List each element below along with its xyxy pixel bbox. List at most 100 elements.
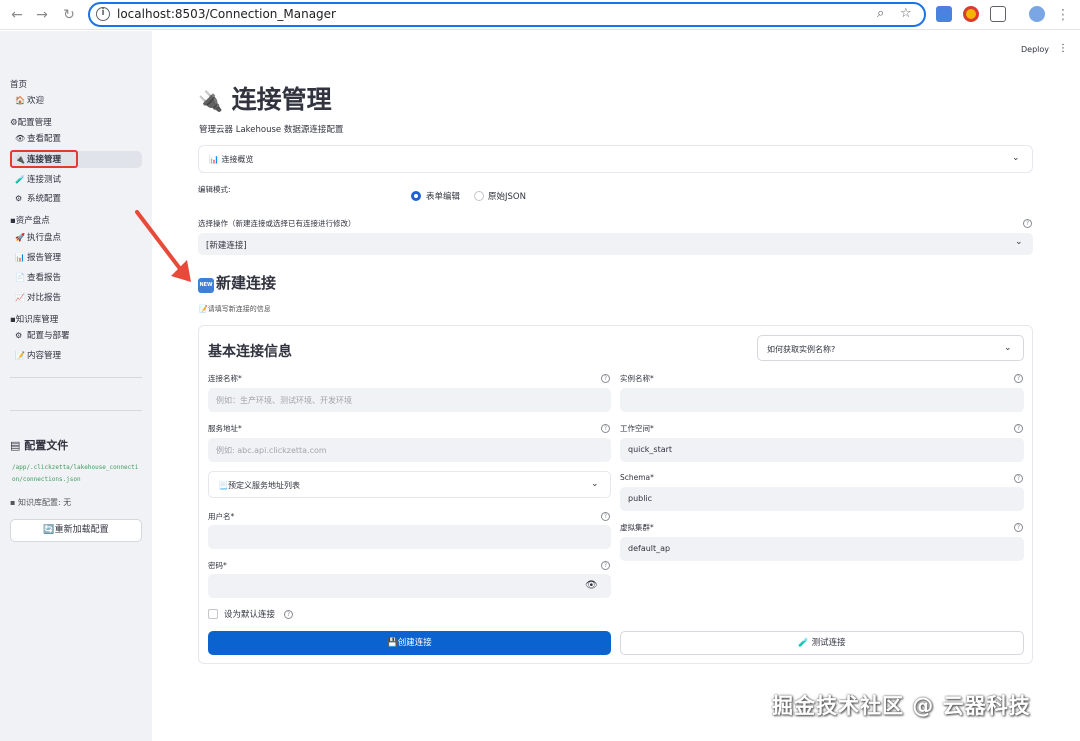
new-connection-caption: 📝请填写新连接的信息: [199, 305, 271, 313]
bar-chart-icon: 📊: [15, 253, 25, 262]
set-default-checkbox[interactable]: [208, 609, 218, 619]
chrome-extension-icon[interactable]: [963, 6, 979, 22]
back-icon[interactable]: ←: [7, 5, 27, 25]
home-icon: 🏠: [15, 96, 25, 105]
extensions-puzzle-icon[interactable]: [990, 6, 1006, 22]
document-icon: 📄: [15, 273, 25, 282]
connection-name-label: 连接名称*: [208, 374, 242, 383]
help-icon[interactable]: ?: [1014, 523, 1023, 532]
folder-icon: ▤: [10, 439, 21, 452]
help-icon[interactable]: ?: [1023, 219, 1032, 228]
basic-info-heading: 基本连接信息: [208, 344, 292, 360]
profile-avatar[interactable]: [1029, 6, 1045, 22]
reload-icon[interactable]: ↻: [59, 5, 79, 25]
translate-extension-icon[interactable]: [936, 6, 952, 22]
page-subtitle: 管理云器 Lakehouse 数据源连接配置: [199, 125, 344, 135]
gear-icon: ⚙: [15, 331, 23, 340]
config-file-heading: ▤ 配置文件: [10, 439, 69, 452]
sidebar-item-view-config[interactable]: 👁 查看配置: [10, 130, 142, 147]
instance-name-help-value: 如何获取实例名称?: [767, 345, 836, 354]
help-icon[interactable]: ?: [601, 512, 610, 521]
predefined-services-label: 📃预定义服务地址列表: [218, 481, 300, 490]
chevron-down-icon: ⌄: [1004, 343, 1012, 353]
bookmark-star-icon[interactable]: ☆: [900, 6, 912, 21]
help-icon[interactable]: ?: [1014, 474, 1023, 483]
sidebar-section-knowledge: ▪知识库管理: [10, 315, 59, 325]
sidebar-item-report-management[interactable]: 📊 报告管理: [10, 249, 142, 266]
schema-value: public: [628, 494, 653, 503]
browser-toolbar: ← → ↻ i localhost:8503/Connection_Manage…: [0, 0, 1080, 30]
workspace-label: 工作空间*: [620, 424, 654, 433]
virtual-cluster-input[interactable]: default_ap: [620, 537, 1024, 561]
help-icon[interactable]: ?: [1014, 374, 1023, 383]
sidebar-item-config-deploy[interactable]: ⚙ 配置与部署: [10, 327, 142, 344]
rocket-icon: 🚀: [15, 233, 25, 242]
test-tube-icon: 🧪: [15, 175, 25, 184]
radio-form-edit-label: 表单编辑: [426, 192, 461, 202]
virtual-cluster-label: 虚拟集群*: [620, 523, 654, 532]
books-icon: ▪: [10, 498, 16, 507]
sidebar-section-config: ⚙配置管理: [10, 118, 52, 128]
connection-name-placeholder: 例如：生产环境、测试环境、开发环境: [216, 396, 352, 405]
help-icon[interactable]: ?: [601, 374, 610, 383]
service-address-label: 服务地址*: [208, 424, 242, 433]
create-connection-button[interactable]: 💾创建连接: [208, 631, 611, 655]
workspace-value: quick_start: [628, 445, 673, 454]
new-badge-icon: NEW: [198, 278, 214, 293]
help-icon[interactable]: ?: [1014, 424, 1023, 433]
sidebar-section-home: 首页: [10, 80, 28, 90]
main-menu-icon[interactable]: ⋮: [1058, 43, 1068, 54]
service-address-placeholder: 例如: abc.api.clickzetta.com: [216, 446, 327, 455]
username-input[interactable]: [208, 525, 611, 549]
new-connection-heading: NEW 新建连接: [198, 274, 277, 293]
show-password-eye-icon[interactable]: 👁: [585, 580, 598, 591]
browser-menu-icon[interactable]: ⋮: [1053, 5, 1073, 25]
virtual-cluster-value: default_ap: [628, 544, 671, 553]
sidebar-item-view-reports[interactable]: 📄 查看报告: [10, 269, 142, 286]
memo-icon: 📝: [15, 351, 25, 360]
select-operation-dropdown[interactable]: [新建连接] ⌄: [198, 233, 1033, 255]
connection-name-input[interactable]: 例如：生产环境、测试环境、开发环境: [208, 388, 611, 412]
annotation-arrow: [135, 210, 191, 282]
chevron-down-icon: ⌄: [1015, 237, 1023, 247]
test-connection-button[interactable]: 🧪 测试连接: [620, 631, 1024, 655]
predefined-services-expander[interactable]: 📃预定义服务地址列表 ⌄: [208, 471, 611, 498]
workspace-input[interactable]: quick_start: [620, 438, 1024, 462]
gear-icon: ⚙: [15, 194, 23, 203]
knowledge-base-config-status: ▪ 知识库配置: 无: [10, 498, 72, 507]
site-info-icon[interactable]: i: [96, 7, 110, 21]
chevron-down-icon: ⌄: [591, 479, 599, 489]
watermark: 掘金技术社区 @ 云器科技: [772, 694, 1031, 718]
help-icon[interactable]: ?: [601, 561, 610, 570]
username-label: 用户名*: [208, 512, 235, 521]
set-default-label: 设为默认连接: [224, 610, 276, 620]
reload-config-button[interactable]: 🔄重新加载配置: [10, 519, 142, 542]
sidebar-item-welcome[interactable]: 🏠 欢迎: [10, 92, 142, 109]
address-bar[interactable]: i localhost:8503/Connection_Manager ⌕ ☆: [88, 2, 926, 27]
instance-name-input[interactable]: [620, 388, 1024, 412]
sidebar-item-connection-test[interactable]: 🧪 连接测试: [10, 171, 142, 188]
help-icon[interactable]: ?: [284, 610, 293, 619]
help-icon[interactable]: ?: [601, 424, 610, 433]
line-chart-icon: 📈: [15, 293, 25, 302]
sidebar-item-content-management[interactable]: 📝 内容管理: [10, 347, 142, 364]
deploy-button[interactable]: Deploy: [1021, 45, 1049, 54]
edit-mode-label: 编辑模式:: [198, 185, 231, 194]
sidebar-item-run-inventory[interactable]: 🚀 执行盘点: [10, 229, 142, 246]
sidebar-item-system-config[interactable]: ⚙ 系统配置: [10, 190, 142, 207]
eye-icon: 👁: [15, 134, 26, 143]
password-label: 密码*: [208, 561, 227, 570]
sidebar-divider: [10, 377, 142, 378]
password-input[interactable]: [208, 574, 611, 598]
forward-icon[interactable]: →: [32, 5, 52, 25]
sidebar-divider: [10, 410, 142, 411]
radio-raw-json[interactable]: [474, 191, 484, 201]
service-address-input[interactable]: 例如: abc.api.clickzetta.com: [208, 438, 611, 462]
schema-input[interactable]: public: [620, 487, 1024, 511]
select-operation-label: 选择操作（新建连接或选择已有连接进行修改）: [198, 219, 356, 228]
instance-name-help-select[interactable]: 如何获取实例名称? ⌄: [757, 335, 1024, 361]
connection-overview-expander[interactable]: 📊 连接概览 ⌄: [198, 145, 1033, 173]
radio-form-edit[interactable]: [411, 191, 421, 201]
sidebar-item-compare-reports[interactable]: 📈 对比报告: [10, 289, 142, 306]
zoom-icon[interactable]: ⌕: [877, 6, 884, 21]
